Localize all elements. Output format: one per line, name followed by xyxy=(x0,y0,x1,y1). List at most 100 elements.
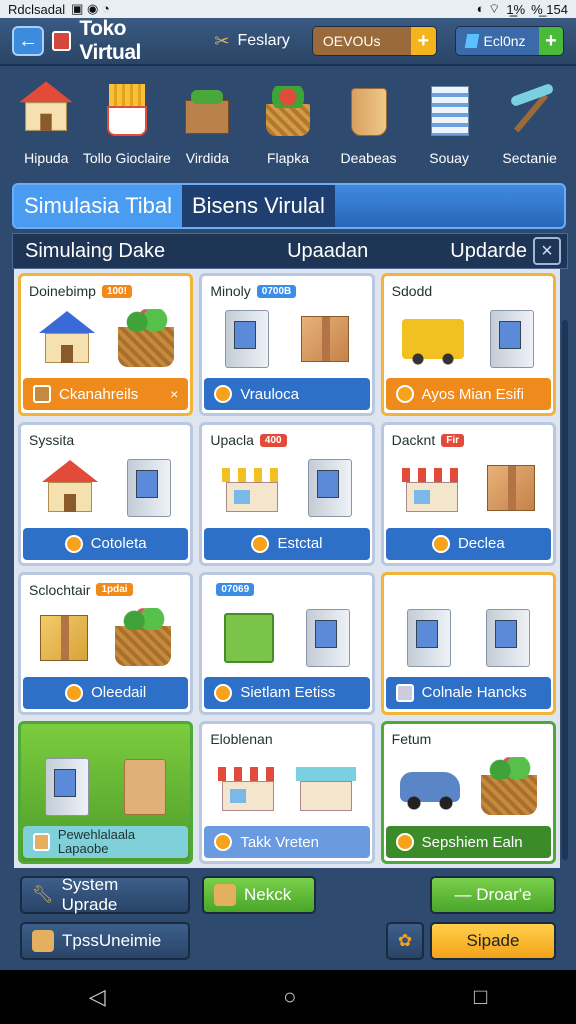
close-button[interactable]: × xyxy=(532,237,561,265)
card-footer: Ayos Mian Esifi xyxy=(421,385,524,403)
system-upgrade-label: System Uprade xyxy=(61,875,119,914)
bag-icon xyxy=(124,758,167,815)
item-card[interactable]: Fetum Sepshiem Ealn xyxy=(380,720,556,864)
close-icon: × xyxy=(541,239,553,262)
card-footer: Sietlam Eetiss xyxy=(240,684,336,702)
balloon-icon xyxy=(214,683,233,702)
item-card[interactable]: Sdodd Ayos Mian Esifi xyxy=(380,273,556,417)
basket-icon xyxy=(114,607,171,666)
shop-icon xyxy=(221,462,282,514)
recents-square-icon[interactable]: □ xyxy=(474,984,487,1010)
hammer-icon: ✂ xyxy=(214,30,230,51)
machine-icon xyxy=(485,608,530,667)
category-tollo[interactable]: Tollo Gioclaire xyxy=(83,74,171,178)
flower-button[interactable]: ✿ xyxy=(386,922,424,960)
tpss-button[interactable]: TpssUneimie xyxy=(20,922,190,960)
balloon-icon xyxy=(395,833,414,851)
crate-icon xyxy=(32,930,54,952)
gem-icon xyxy=(464,34,479,48)
item-card[interactable]: Doinebimp 100! Ckanahreils × xyxy=(18,273,194,417)
tab-bisens[interactable]: Bisens Virulal xyxy=(181,185,335,227)
card-title: Sclochtair xyxy=(29,581,91,598)
cube-icon xyxy=(395,683,414,702)
sipade-label: Sipade xyxy=(466,931,520,950)
tool-label[interactable]: Feslary xyxy=(237,32,289,50)
coin-icon xyxy=(65,683,84,702)
tab-simulasia[interactable]: Simulasia Tibal xyxy=(14,185,182,227)
item-card[interactable]: Pewehlalaala Lapaobe xyxy=(18,720,194,864)
item-card[interactable]: Sclochtair 1pdai Oleedail xyxy=(18,571,194,715)
card-title: Upacla xyxy=(210,432,254,449)
card-title: Dacknt xyxy=(391,432,436,449)
subheader-right[interactable]: Updarde xyxy=(450,240,527,263)
item-card[interactable]: Upacla 400 Estctal xyxy=(199,422,375,566)
card-tag: 100! xyxy=(101,284,132,298)
droar-label: — Droar'e xyxy=(454,885,532,904)
category-label: Virdida xyxy=(185,150,230,166)
item-card[interactable]: Eloblenan Takk Vreten xyxy=(199,720,375,864)
category-deabeas[interactable]: Deabeas xyxy=(331,74,407,178)
category-virdida[interactable]: Virdida xyxy=(169,74,245,178)
item-card[interactable]: Minoly 0700B Vrauloca xyxy=(199,273,375,417)
card-footer: Pewehlalaala Lapaobe xyxy=(57,827,136,856)
card-footer: Vrauloca xyxy=(240,385,299,403)
panel-header: Simulasia Tibal Bisens Virulal xyxy=(12,183,566,229)
category-flapka[interactable]: Flapka xyxy=(250,74,326,178)
sipade-button[interactable]: Sipade xyxy=(430,922,556,960)
flower-icon xyxy=(214,385,233,404)
card-close-icon[interactable]: × xyxy=(170,386,178,402)
category-label: Deabeas xyxy=(340,150,397,166)
item-card[interactable]: Colnale Hancks xyxy=(380,571,556,715)
wifi-icon: ◐ ⌔ xyxy=(476,1,501,16)
system-upgrade-button[interactable]: 🔧︎ System Uprade xyxy=(20,875,190,914)
clock: %̲ 154 xyxy=(531,1,568,17)
card-footer: Takk Vreten xyxy=(240,833,319,851)
add-coins-button[interactable]: + xyxy=(411,27,436,55)
category-label: Hipuda xyxy=(24,150,69,166)
card-title: Syssita xyxy=(29,432,75,449)
notification-icon: ▣ ◉ ◔ xyxy=(71,1,110,16)
category-row: Hipuda Tollo Gioclaire Virdida Flapka De… xyxy=(0,74,576,178)
coin-icon xyxy=(251,534,270,553)
scrollbar[interactable] xyxy=(562,320,568,860)
card-footer: Cotoleta xyxy=(90,535,147,552)
crate-icon xyxy=(177,80,237,142)
app-title: Toko Virtual xyxy=(79,17,141,64)
status-bar: Rdclsadal ▣ ◉ ◔ ◐ ⌔ 1̲̲% %̲ 154 xyxy=(0,0,576,18)
card-footer: Sepshiem Ealn xyxy=(421,833,523,851)
card-tag: Fir xyxy=(441,433,465,447)
subheader-left: Simulaing Dake xyxy=(25,239,166,262)
category-hipuda[interactable]: Hipuda xyxy=(8,74,84,178)
next-button[interactable]: Nekck xyxy=(202,876,316,914)
add-gems-button[interactable]: + xyxy=(538,27,564,55)
crate-icon xyxy=(224,612,275,663)
shop-icon xyxy=(16,80,76,142)
card-title: Doinebimp xyxy=(29,283,96,299)
machine-icon xyxy=(308,459,353,518)
item-card[interactable]: Dacknt Fir Declea xyxy=(380,422,556,566)
item-card[interactable]: 07069 Sietlam Eetiss xyxy=(199,571,375,715)
machine-icon xyxy=(224,310,269,369)
card-title: Minoly xyxy=(210,283,251,299)
coins-value: OEVOUs xyxy=(322,33,381,49)
category-souay[interactable]: Souay xyxy=(411,74,487,178)
wrench-icon: 🔧︎ xyxy=(32,885,54,904)
card-tag: 0700B xyxy=(256,284,297,298)
car-icon xyxy=(399,771,460,810)
item-card[interactable]: Syssita Cotoleta xyxy=(18,422,194,566)
shop-icon xyxy=(217,761,278,813)
category-sectanie[interactable]: Sectanie xyxy=(492,74,568,178)
back-triangle-icon[interactable]: ◁ xyxy=(89,984,106,1010)
back-button[interactable]: ← xyxy=(12,26,45,56)
box-icon xyxy=(214,884,236,906)
home-circle-icon[interactable]: ○ xyxy=(283,984,296,1010)
category-label: Sectanie xyxy=(502,150,557,166)
system-nav-bar: ◁ ○ □ xyxy=(0,970,576,1024)
card-footer: Ckanahreils xyxy=(59,385,139,403)
droar-button[interactable]: — Droar'e xyxy=(430,876,556,914)
item-grid: Doinebimp 100! Ckanahreils × Minoly 0700B V… xyxy=(14,269,560,868)
category-label: Flapka xyxy=(266,150,309,166)
subheader-center[interactable]: Upaadan xyxy=(287,240,368,263)
basket-icon xyxy=(258,80,318,142)
box-icon xyxy=(301,316,350,363)
